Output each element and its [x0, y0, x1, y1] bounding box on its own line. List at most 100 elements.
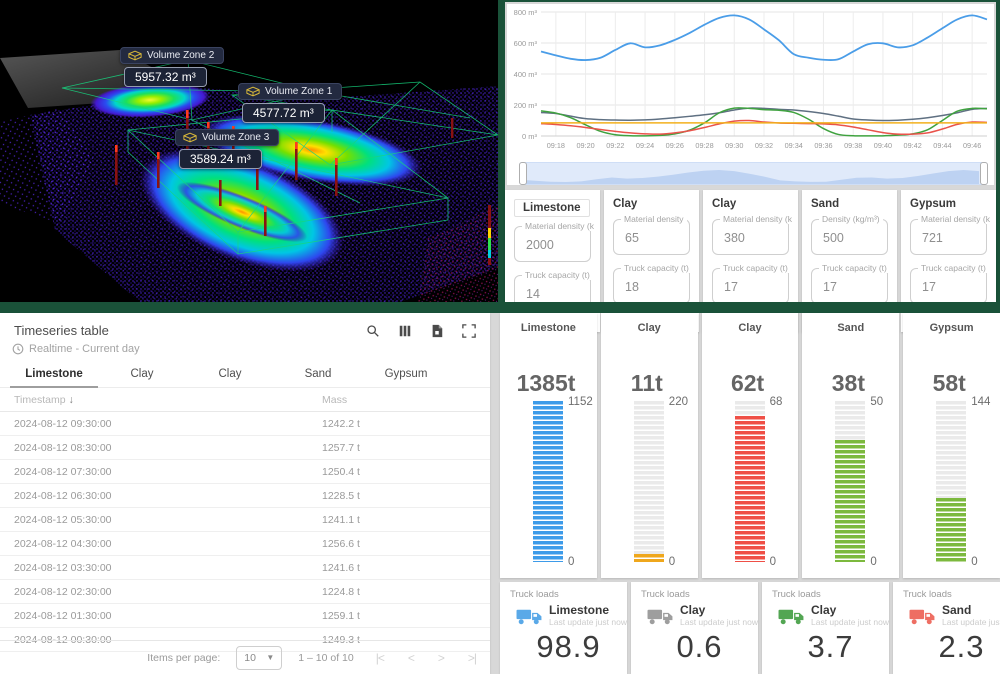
chart-range-selector[interactable] — [519, 162, 988, 185]
mass-cell: 1228.5 t — [322, 490, 360, 502]
truck-icon — [909, 606, 936, 626]
config-input-label: Truck capacity (t) — [819, 263, 890, 273]
tab-clay-2[interactable]: Clay — [186, 363, 274, 387]
table-row[interactable]: 2024-08-12 04:30:00 1256.6 t — [0, 532, 490, 556]
truck-loads-label: Truck loads — [772, 589, 889, 600]
items-per-page-select[interactable]: 10▼ — [236, 646, 282, 670]
config-input[interactable]: Material density65 — [613, 219, 690, 255]
config-input-label: Material density (k — [918, 214, 993, 224]
svg-text:09:36: 09:36 — [814, 141, 832, 150]
truck-loads-value: 98.9 — [510, 629, 627, 665]
config-input[interactable]: Material density (k380 — [712, 219, 789, 255]
tab-sand-3[interactable]: Sand — [274, 363, 362, 387]
timestamp-cell: 2024-08-12 09:30:00 — [14, 418, 112, 430]
fullscreen-icon[interactable] — [462, 324, 476, 338]
range-selector-area — [520, 163, 979, 184]
search-icon[interactable] — [366, 324, 380, 338]
zone-volume-value: 3589.24 m³ — [179, 149, 262, 169]
gauge-fill — [735, 416, 765, 563]
range-handle-right[interactable] — [980, 162, 988, 185]
stockpile-gauge-gypsum: Gypsum58t1440 — [903, 313, 1000, 578]
table-row[interactable]: 2024-08-12 01:30:001259.1 t — [0, 604, 490, 628]
table-row[interactable]: 2024-08-12 02:30:001224.8 t — [0, 580, 490, 604]
svg-text:09:32: 09:32 — [755, 141, 773, 150]
config-input[interactable]: Density (kg/m³)500 — [811, 219, 888, 255]
config-input[interactable]: Material density (k721 — [910, 219, 987, 255]
timestamp-cell: 2024-08-12 03:30:00 — [14, 562, 112, 574]
gauge-bar — [735, 401, 765, 562]
column-mass[interactable]: Mass — [322, 394, 347, 406]
range-handle-left[interactable] — [519, 162, 527, 185]
material-config-title[interactable]: Limestone — [514, 199, 590, 217]
tab-clay-1[interactable]: Clay — [98, 363, 186, 387]
truck-last-update: Last update just now — [811, 617, 889, 628]
export-file-icon[interactable] — [430, 324, 444, 338]
table-row[interactable]: 2024-08-12 06:30:00 1228.5 t — [0, 484, 490, 508]
timestamp-cell: 2024-08-12 06:30:00 — [14, 490, 112, 502]
mass-cell: 1259.1 t — [322, 610, 360, 622]
timeseries-table-card: Timeseries table Realtime - Current day … — [0, 313, 490, 674]
table-title: Timeseries table — [14, 323, 109, 338]
volume-zone-label[interactable]: Volume Zone 14577.72 m³ — [238, 83, 342, 123]
config-input[interactable]: Material density (k2000 — [514, 226, 591, 262]
truck-material: Sand — [942, 603, 1000, 617]
truck-last-update: Last update just now — [942, 617, 1000, 628]
table-row[interactable]: 2024-08-12 03:30:001241.6 t — [0, 556, 490, 580]
svg-text:09:44: 09:44 — [933, 141, 951, 150]
config-input[interactable]: Truck capacity (t)17 — [712, 268, 789, 304]
stockpile-gauge-clay: Clay11t2200 — [601, 313, 698, 578]
point-cloud-viewer[interactable]: Volume Zone 25957.32 m³ Volume Zone 14577… — [0, 0, 498, 302]
gauge-min-label: 0 — [971, 556, 977, 568]
truck-loads-value: 3.7 — [772, 629, 889, 665]
material-tabs: LimestoneClayClaySandGypsum — [0, 363, 490, 388]
zone-volume-value: 4577.72 m³ — [242, 103, 325, 123]
config-input-label: Truck capacity (t) — [621, 263, 692, 273]
svg-text:09:42: 09:42 — [904, 141, 922, 150]
table-row[interactable]: 2024-08-12 07:30:001250.4 t — [0, 460, 490, 484]
first-page-button[interactable]: |< — [376, 651, 384, 665]
table-row[interactable]: 2024-08-12 08:30:001257.7 t — [0, 436, 490, 460]
column-timestamp[interactable]: Timestamp↓ — [14, 394, 74, 406]
stockpile-gauges-row: Limestone1385t11520Clay11t2200Clay62t680… — [500, 313, 1000, 578]
volume-zone-label[interactable]: Volume Zone 25957.32 m³ — [120, 47, 224, 87]
bottom-row: Timeseries table Realtime - Current day … — [0, 313, 1000, 674]
gauge-value: 58t — [903, 370, 995, 397]
tab-gypsum-4[interactable]: Gypsum — [362, 363, 450, 387]
truck-icon — [516, 606, 543, 626]
truck-icon — [778, 606, 805, 626]
config-input[interactable]: Truck capacity (t)18 — [613, 268, 690, 304]
truck-loads-label: Truck loads — [903, 589, 1000, 600]
svg-text:400 m³: 400 m³ — [514, 70, 538, 79]
next-page-button[interactable]: > — [438, 651, 444, 665]
panel-divider-vertical — [498, 0, 505, 302]
gauge-title: Sand — [802, 313, 899, 334]
truck-last-update: Last update just now — [680, 617, 758, 628]
gauge-fill — [634, 554, 664, 562]
config-input[interactable]: Truck capacity (t)17 — [811, 268, 888, 304]
items-per-page-label: Items per page: — [147, 652, 220, 664]
timestamp-cell: 2024-08-12 08:30:00 — [14, 442, 112, 454]
columns-icon[interactable] — [398, 324, 412, 338]
mass-cell: 1256.6 t — [322, 538, 360, 550]
config-input[interactable]: Truck capacity (t)17 — [910, 268, 987, 304]
config-input-label: Material density (k — [522, 221, 597, 231]
gauge-min-label: 0 — [669, 556, 675, 568]
prev-page-button[interactable]: < — [408, 651, 414, 665]
cube-icon — [183, 132, 197, 143]
svg-text:09:18: 09:18 — [547, 141, 565, 150]
table-row[interactable]: 2024-08-12 05:30:001241.1 t — [0, 508, 490, 532]
clock-icon — [12, 343, 24, 355]
svg-text:09:40: 09:40 — [874, 141, 892, 150]
tab-limestone-0[interactable]: Limestone — [10, 363, 98, 388]
timestamp-cell: 2024-08-12 04:30:00 — [14, 538, 112, 550]
last-page-button[interactable]: >| — [468, 651, 476, 665]
volume-zone-label[interactable]: Volume Zone 33589.24 m³ — [175, 129, 279, 169]
gauge-min-label: 0 — [770, 556, 776, 568]
gauge-title: Clay — [601, 313, 698, 334]
table-row[interactable]: 2024-08-12 09:30:001242.2 t — [0, 412, 490, 436]
truck-loads-value: 0.6 — [641, 629, 758, 665]
config-input-label: Truck capacity (t) — [918, 263, 989, 273]
config-input-label: Truck capacity (t) — [522, 270, 593, 280]
svg-text:09:46: 09:46 — [963, 141, 981, 150]
gauge-max-label: 220 — [669, 396, 688, 408]
